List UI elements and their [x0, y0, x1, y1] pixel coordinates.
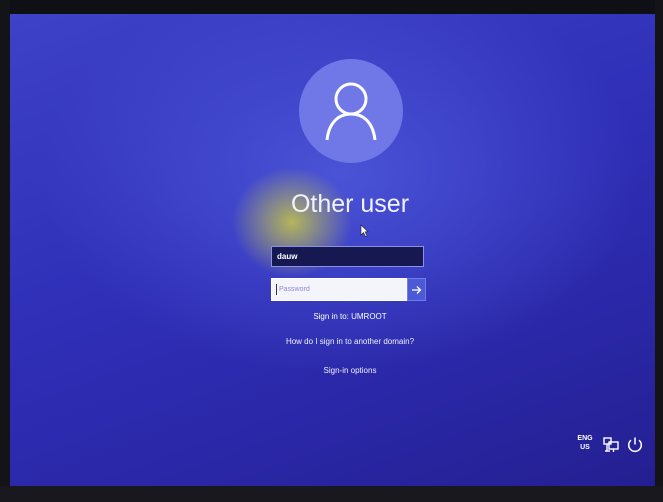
submit-button[interactable] — [407, 278, 426, 301]
network-icon[interactable] — [602, 436, 620, 454]
other-domain-link[interactable]: How do I sign in to another domain? — [200, 337, 500, 346]
username-input[interactable]: dauw — [271, 246, 424, 267]
monitor-bezel-top — [0, 0, 663, 14]
monitor-bezel-left — [0, 0, 10, 502]
user-silhouette-icon — [325, 82, 377, 141]
mouse-pointer-icon — [360, 224, 369, 237]
password-row: Password — [271, 278, 426, 301]
monitor-bezel-bottom — [0, 486, 663, 502]
password-input[interactable]: Password — [271, 278, 407, 301]
language-indicator[interactable]: ENG US — [574, 434, 596, 452]
monitor-bezel-right — [655, 0, 663, 502]
power-icon[interactable] — [626, 436, 644, 454]
user-avatar — [299, 59, 403, 163]
password-placeholder: Password — [279, 286, 310, 293]
sign-in-options-link[interactable]: Sign-in options — [260, 366, 440, 375]
user-title: Other user — [290, 190, 410, 218]
arrow-right-icon — [412, 285, 422, 294]
region-code: US — [580, 444, 590, 451]
sign-in-domain-text: Sign in to: UMROOT — [313, 312, 387, 321]
text-caret — [276, 284, 277, 295]
language-code: ENG — [577, 435, 593, 442]
